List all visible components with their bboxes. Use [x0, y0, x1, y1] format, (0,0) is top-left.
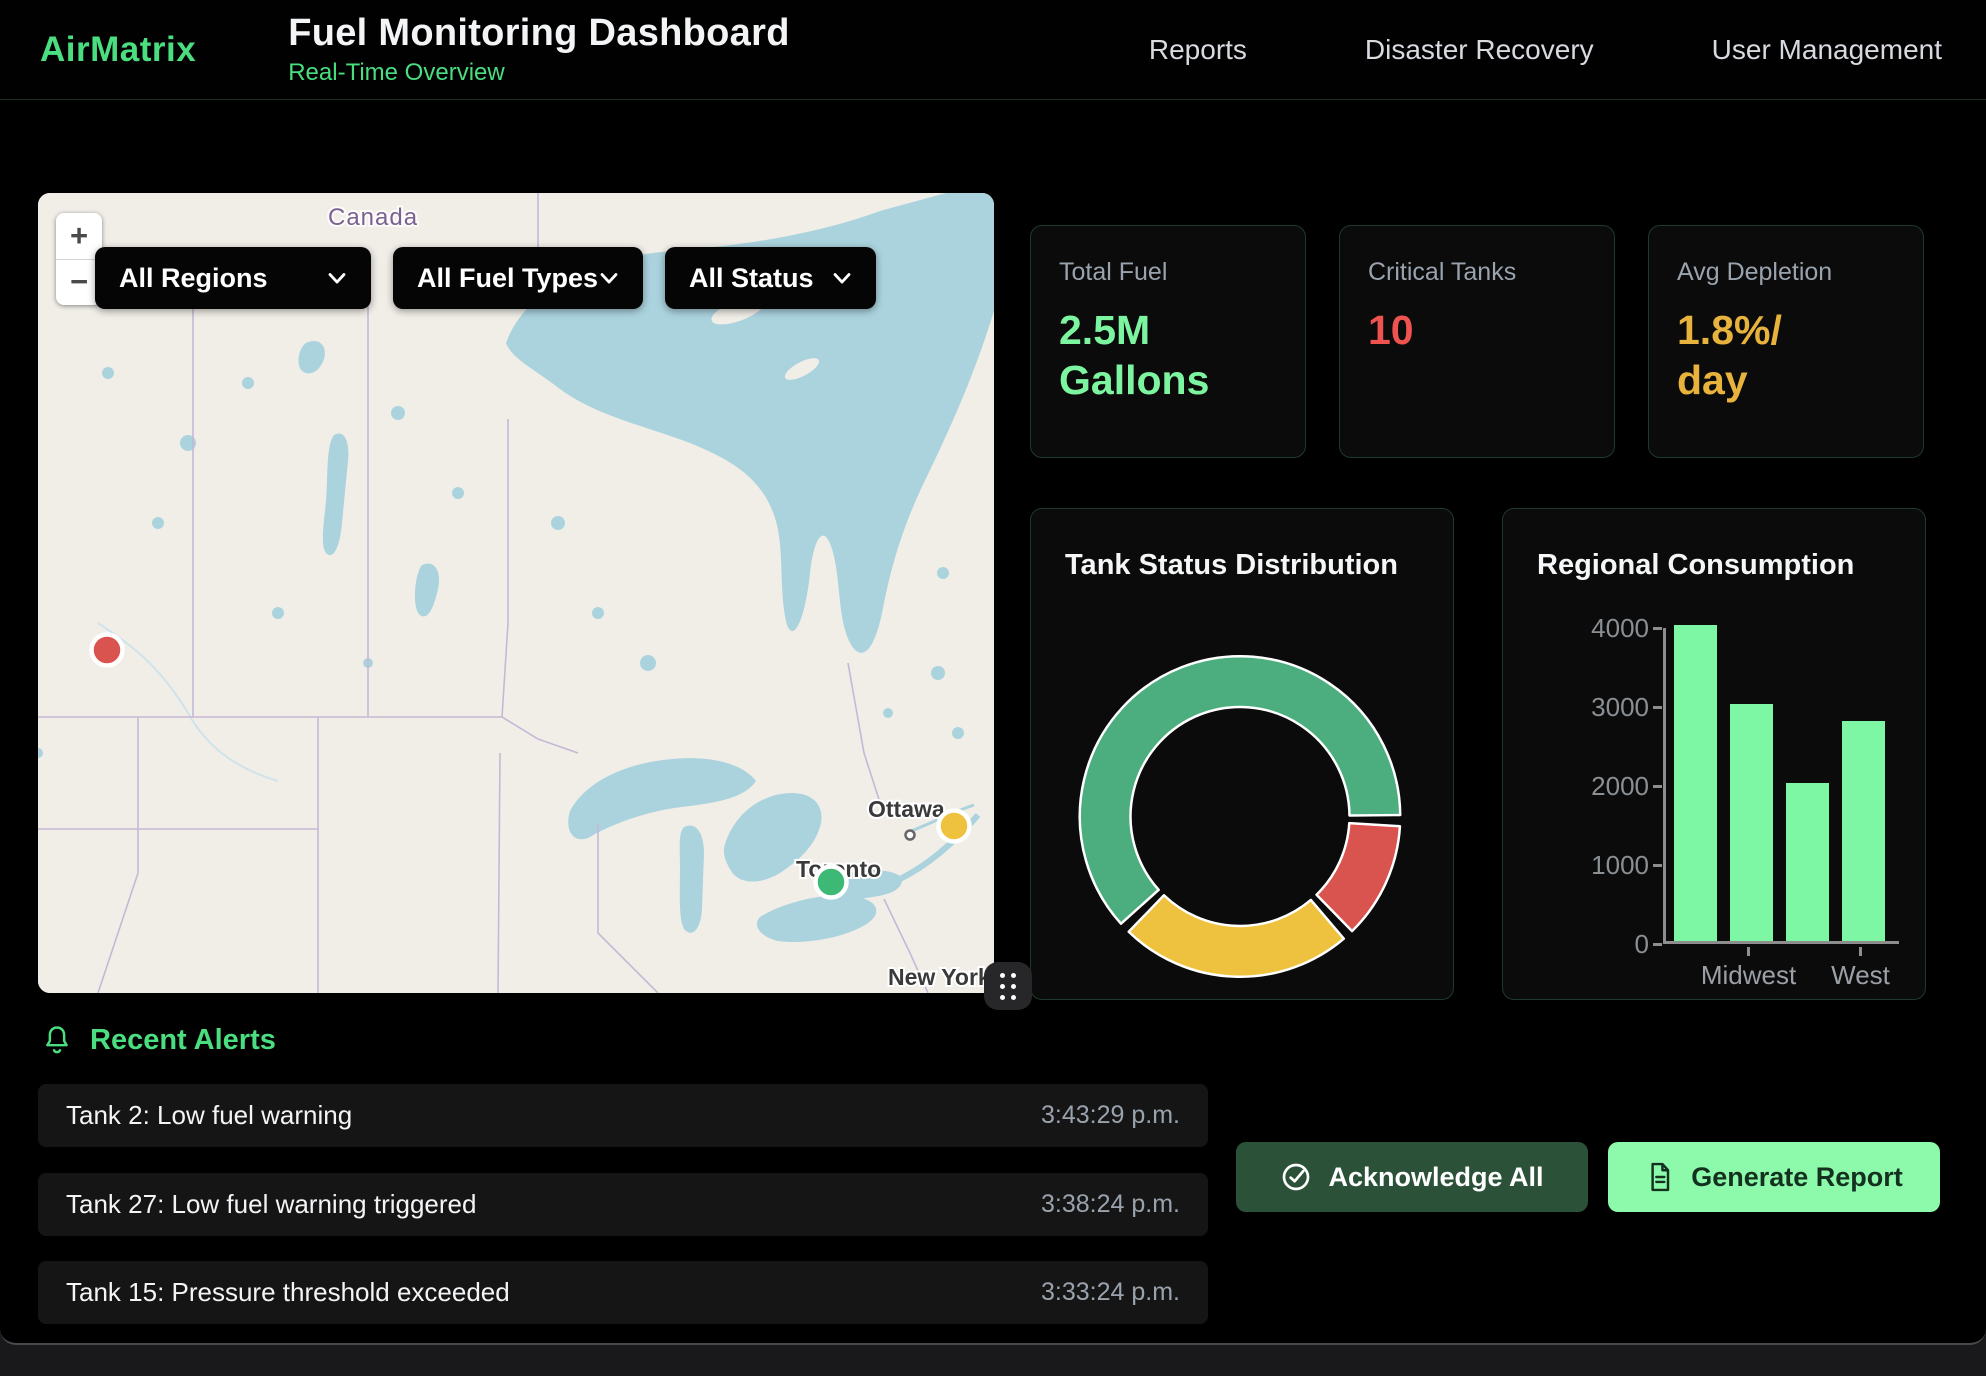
recent-alerts-label: Recent Alerts [90, 1024, 276, 1057]
title-block: Fuel Monitoring Dashboard Real-Time Over… [288, 12, 789, 87]
map-label-canada: Canada [328, 204, 418, 231]
map-canvas[interactable]: Canada Ottawa Toronto New York [38, 193, 994, 993]
stat-card-avg-depletion: Avg Depletion 1.8%/day [1648, 225, 1924, 458]
tank-marker-normal[interactable] [816, 867, 847, 898]
nav-item-disaster-recovery[interactable]: Disaster Recovery [1365, 34, 1594, 66]
donut-segment-critical [1317, 823, 1400, 931]
tank-marker-critical[interactable] [92, 635, 123, 666]
nav-item-user-management[interactable]: User Management [1712, 34, 1942, 66]
tank-status-distribution-card: Tank Status Distribution [1030, 508, 1454, 1000]
bell-icon [42, 1025, 72, 1057]
donut-segment-warning [1129, 895, 1344, 977]
bar-region-3 [1786, 783, 1829, 941]
stat-value: 2.5MGallons [1059, 305, 1277, 405]
stat-label: Total Fuel [1059, 258, 1277, 287]
filter-label: All Regions [119, 263, 268, 294]
y-tick-label: 2000 [1563, 771, 1649, 802]
filter-label: All Fuel Types [417, 263, 598, 294]
filter-dropdown-all-status[interactable]: All Status [665, 247, 876, 309]
x-tick-mark [1859, 947, 1862, 956]
header: AirMatrix Fuel Monitoring Dashboard Real… [0, 0, 1986, 100]
y-tick-mark [1653, 785, 1662, 788]
regional-consumption-card: Regional Consumption 0 1000 2000 3000 4000 Mi… [1502, 508, 1926, 1000]
stat-value: 10 [1368, 305, 1586, 355]
stats-row: Total Fuel 2.5MGallons Critical Tanks 10 Avg… [1030, 225, 1924, 458]
x-tick-label-west: West [1831, 960, 1890, 991]
stat-card-critical-tanks: Critical Tanks 10 [1339, 225, 1615, 458]
alert-text: Tank 2: Low fuel warning [66, 1100, 352, 1131]
chevron-down-icon [599, 271, 619, 285]
filter-dropdown-all-regions[interactable]: All Regions [95, 247, 371, 309]
stat-value: 1.8%/day [1677, 305, 1895, 405]
y-tick-label: 0 [1563, 929, 1649, 960]
map-drag-handle-icon[interactable] [984, 962, 1032, 1010]
y-tick-label: 4000 [1563, 613, 1649, 644]
y-tick-mark [1653, 943, 1662, 946]
brand-logo[interactable]: AirMatrix [40, 30, 196, 70]
stat-label: Critical Tanks [1368, 258, 1586, 287]
acknowledge-all-label: Acknowledge All [1328, 1162, 1543, 1193]
bar-region-1 [1674, 625, 1717, 941]
tank-marker-warning[interactable] [939, 811, 970, 842]
y-tick-label: 3000 [1563, 692, 1649, 723]
x-tick-label-midwest: Midwest [1701, 960, 1796, 991]
chevron-down-icon [832, 271, 852, 285]
bar-chart-title: Regional Consumption [1537, 549, 1854, 582]
y-tick-label: 1000 [1563, 850, 1649, 881]
bar-region-2 [1730, 704, 1773, 941]
tank-status-donut-chart [1031, 509, 1453, 999]
alert-timestamp: 3:43:29 p.m. [1041, 1101, 1180, 1130]
map-label-ottawa: Ottawa [868, 796, 945, 822]
fuel-monitoring-dashboard: AirMatrix Fuel Monitoring Dashboard Real… [0, 0, 1986, 1345]
y-tick-mark [1653, 864, 1662, 867]
map-filters: All Regions All Fuel Types All Status [95, 247, 876, 309]
stat-card-total-fuel: Total Fuel 2.5MGallons [1030, 225, 1306, 458]
bar-region-4 [1842, 721, 1885, 941]
map-town-dot [906, 831, 915, 840]
alert-row: Tank 15: Pressure threshold exceeded 3:33… [38, 1261, 1208, 1324]
alert-timestamp: 3:33:24 p.m. [1041, 1278, 1180, 1307]
nav-item-reports[interactable]: Reports [1149, 34, 1247, 66]
page-subtitle: Real-Time Overview [288, 59, 789, 87]
chevron-down-icon [327, 271, 347, 285]
y-tick-mark [1653, 706, 1662, 709]
check-circle-icon [1280, 1161, 1312, 1193]
page-title: Fuel Monitoring Dashboard [288, 12, 789, 55]
filter-dropdown-all-fuel-types[interactable]: All Fuel Types [393, 247, 643, 309]
generate-report-button[interactable]: Generate Report [1608, 1142, 1940, 1212]
alert-text: Tank 27: Low fuel warning triggered [66, 1189, 476, 1220]
recent-alerts-heading: Recent Alerts [42, 1024, 276, 1057]
document-icon [1645, 1161, 1675, 1193]
stat-label: Avg Depletion [1677, 258, 1895, 287]
x-tick-mark [1747, 947, 1750, 956]
map-label-new-york: New York [888, 964, 991, 990]
acknowledge-all-button[interactable]: Acknowledge All [1236, 1142, 1588, 1212]
alert-text: Tank 15: Pressure threshold exceeded [66, 1277, 510, 1308]
regional-consumption-bar-chart [1663, 628, 1899, 944]
y-tick-mark [1653, 627, 1662, 630]
map-panel[interactable]: Canada Ottawa Toronto New York + − All R… [38, 193, 994, 993]
generate-report-label: Generate Report [1691, 1162, 1903, 1193]
alert-timestamp: 3:38:24 p.m. [1041, 1190, 1180, 1219]
alert-row: Tank 2: Low fuel warning 3:43:29 p.m. [38, 1084, 1208, 1147]
filter-label: All Status [689, 263, 814, 294]
alert-row: Tank 27: Low fuel warning triggered 3:38:… [38, 1173, 1208, 1236]
window-chrome-bottom [0, 1347, 1986, 1376]
main-nav: Reports Disaster Recovery User Management [1149, 34, 1942, 66]
